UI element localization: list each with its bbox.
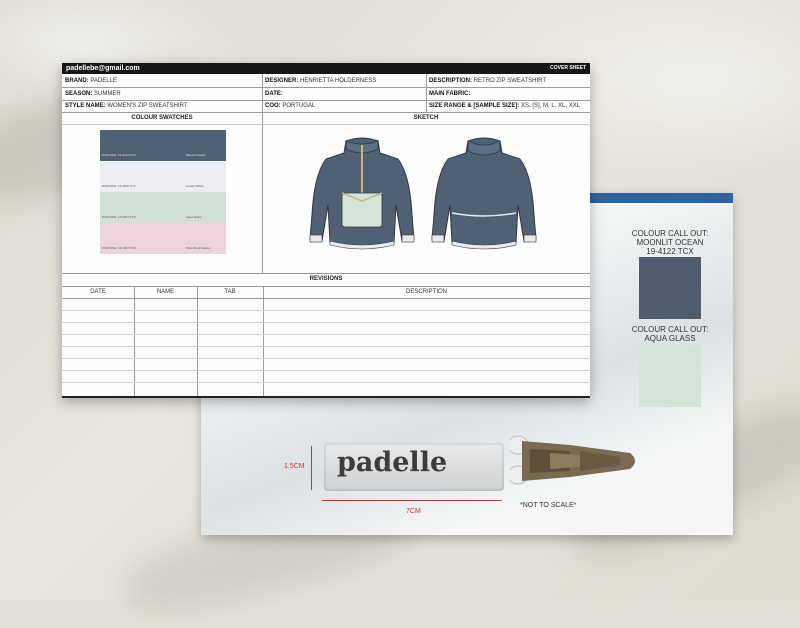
table-row bbox=[62, 370, 590, 371]
width-dimension-label: 7CM bbox=[406, 508, 421, 515]
size-range-field: SIZE RANGE & [SAMPLE SIZE]: XS, [S], M, … bbox=[429, 103, 581, 109]
height-dimension-label: 1.5CM bbox=[284, 463, 305, 470]
cover-sheet-header: padellebe@gmail.com COVER SHEET bbox=[62, 63, 590, 74]
table-row bbox=[62, 358, 590, 359]
width-dimension-line bbox=[322, 500, 502, 501]
cover-sheet: padellebe@gmail.com COVER SHEET BRAND: P… bbox=[62, 63, 590, 398]
table-row bbox=[62, 382, 590, 383]
main-fabric-field: MAIN FABRIC: bbox=[429, 91, 471, 97]
swatch-lucent-white: PANTONE 11-4300 TCX Lucent White bbox=[100, 161, 226, 192]
description-field: DESCRIPTION: RETRO ZIP SWEATSHIRT bbox=[429, 78, 547, 84]
sweatshirt-back-sketch bbox=[431, 137, 537, 250]
moonlit-ocean-swatch bbox=[639, 257, 701, 319]
revision-column-tab: TAB bbox=[224, 289, 236, 295]
coo-field: COO: PORTUGAL bbox=[265, 103, 316, 109]
not-to-scale-note: *NOT TO SCALE* bbox=[520, 502, 577, 509]
date-field: DATE: bbox=[265, 91, 283, 97]
email-address: padellebe@gmail.com bbox=[66, 65, 140, 72]
table-row bbox=[62, 334, 590, 335]
revisions-title: REVISIONS bbox=[309, 276, 343, 282]
table-row bbox=[62, 310, 590, 311]
brand-field: BRAND: PADELLE bbox=[65, 78, 117, 84]
height-dimension-line bbox=[311, 446, 312, 490]
colour-callout-moonlit-ocean: COLOUR CALL OUT: MOONLIT OCEAN 19-4122 T… bbox=[631, 229, 709, 256]
table-row bbox=[62, 346, 590, 347]
swatch-moonlit-ocean: PANTONE 19-4122 TCX Moonlit Ocean bbox=[100, 130, 226, 161]
revision-column-date: DATE bbox=[90, 289, 106, 295]
revision-column-description: DESCRIPTION bbox=[405, 289, 447, 295]
style-name-field: STYLE NAME: WOMEN'S ZIP SWEATSHIRT bbox=[65, 103, 188, 109]
colour-callout-aqua-glass: COLOUR CALL OUT: AQUA GLASS bbox=[631, 325, 709, 343]
swatch-aqua-glass: PANTONE 13-6007 TCX Aqua Glass bbox=[100, 192, 226, 223]
revision-column-name: NAME bbox=[156, 289, 175, 295]
sweatshirt-front-sketch bbox=[309, 137, 415, 250]
swatch-pink-marshmallow: PANTONE 13-2007 TCX Pink Marshmallow bbox=[100, 223, 226, 254]
season-field: SEASON: SUMMER bbox=[65, 91, 121, 97]
aqua-glass-swatch bbox=[639, 345, 701, 407]
colour-swatches-title: COLOUR SWATCHES bbox=[131, 115, 193, 121]
padelle-logo-pull: padelle bbox=[337, 447, 448, 478]
cover-sheet-label: COVER SHEET bbox=[550, 65, 586, 71]
table-row bbox=[62, 322, 590, 323]
designer-field: DESIGNER: HENRIETTA HOLDERNESS bbox=[265, 78, 377, 84]
sketch-title: SKETCH bbox=[413, 115, 439, 121]
zipper-slider-icon bbox=[510, 435, 635, 485]
